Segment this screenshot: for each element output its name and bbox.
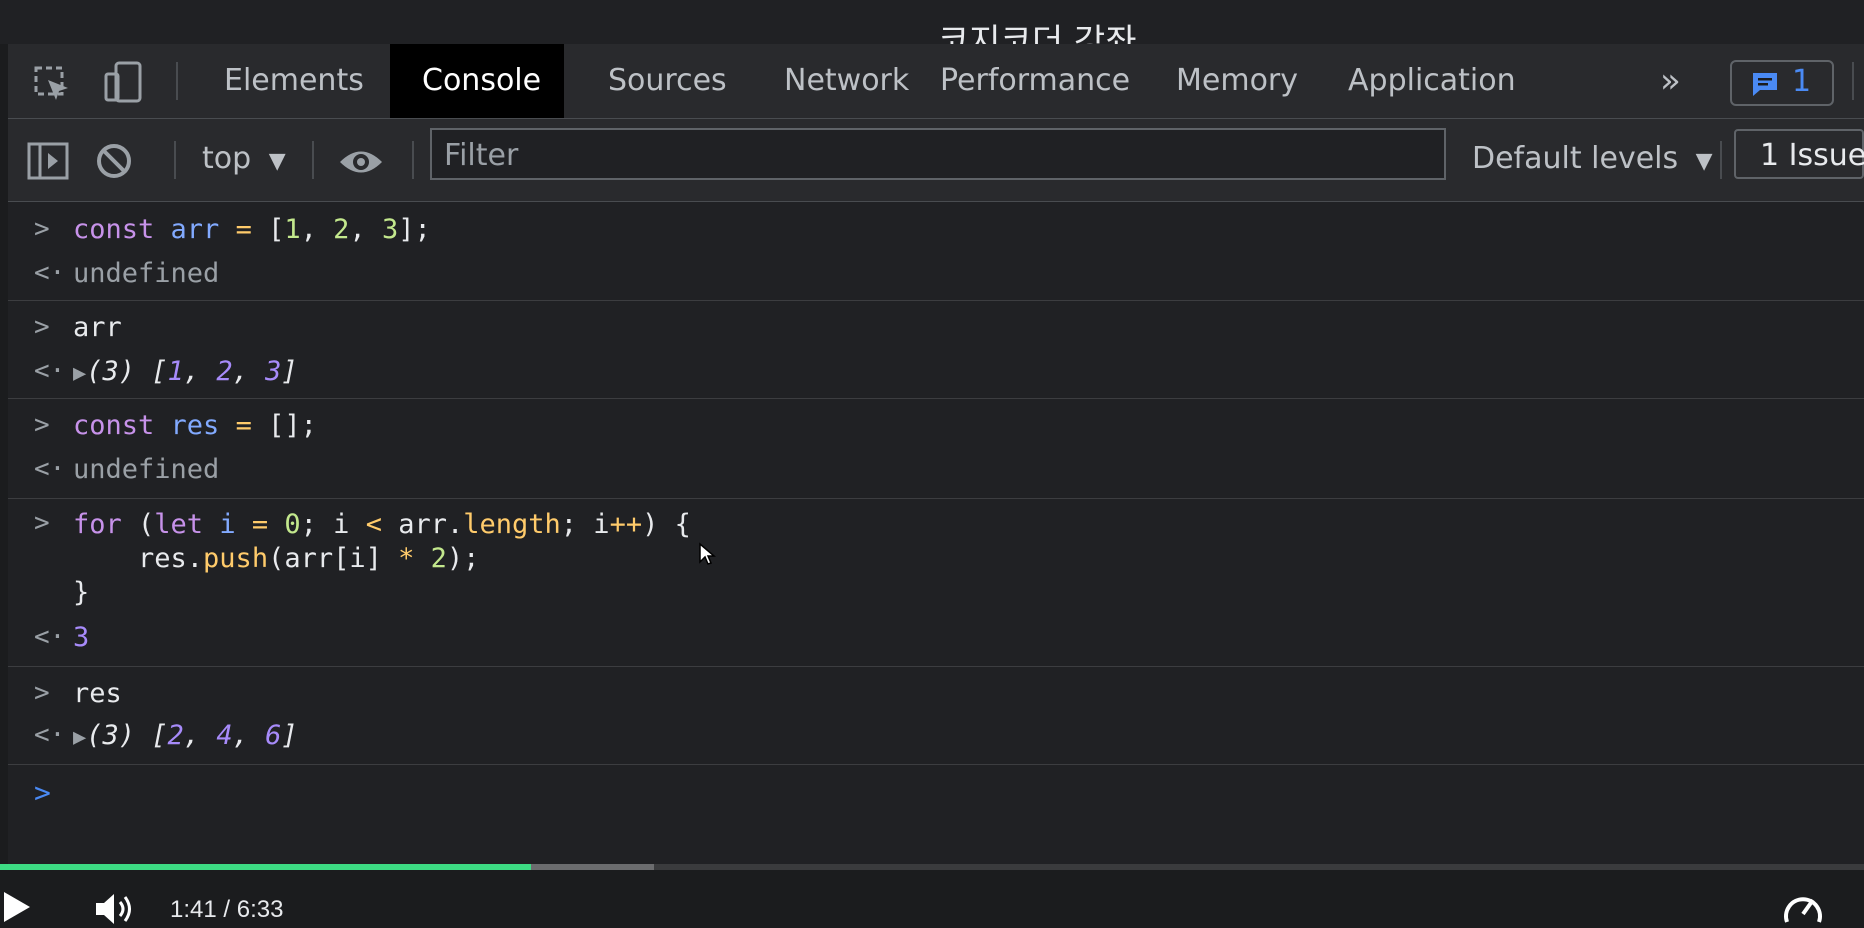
input-caret-icon: > bbox=[34, 678, 50, 708]
entry-divider bbox=[8, 398, 1864, 399]
tabbar-separator-right bbox=[1852, 62, 1854, 100]
output-caret-icon: <· bbox=[34, 258, 66, 288]
console-output-array[interactable]: ▶(3) [1, 2, 3] bbox=[73, 356, 298, 387]
log-levels-dropdown[interactable]: Default levels ▼ bbox=[1472, 141, 1713, 176]
input-caret-icon: > bbox=[34, 410, 50, 440]
video-title: 코지코더 강좌 bbox=[938, 22, 1137, 44]
console-log: > const arr = [1, 2, 3]; <· undefined > … bbox=[8, 202, 1864, 864]
device-toolbar-icon[interactable] bbox=[104, 60, 144, 104]
chat-icon bbox=[1753, 73, 1777, 96]
tab-console[interactable]: Console bbox=[390, 44, 564, 118]
video-progress-bar[interactable] bbox=[0, 864, 1864, 870]
tab-memory[interactable]: Memory bbox=[1144, 44, 1330, 118]
messages-count: 1 bbox=[1792, 64, 1812, 99]
console-prompt-input[interactable] bbox=[68, 768, 1848, 816]
sidebar-toggle-icon[interactable] bbox=[26, 141, 70, 181]
output-caret-icon: <· bbox=[34, 720, 66, 750]
context-selector[interactable]: top ▼ bbox=[202, 141, 286, 176]
filter-input[interactable]: Filter bbox=[430, 128, 1446, 180]
tab-application[interactable]: Application bbox=[1316, 44, 1548, 118]
play-icon[interactable] bbox=[2, 890, 32, 924]
console-toolbar: top ▼ Filter Default levels ▼ 1 Issue bbox=[8, 119, 1864, 202]
chevron-down-icon: ▼ bbox=[1695, 149, 1713, 174]
input-caret-icon: > bbox=[34, 312, 50, 342]
video-controls: 1:41 / 6:33 bbox=[0, 864, 1864, 928]
tabbar-separator bbox=[176, 62, 178, 100]
console-input[interactable]: const arr = [1, 2, 3]; bbox=[73, 214, 431, 245]
devtools-panel: Elements Console Sources Network Perform… bbox=[8, 44, 1864, 864]
devtools-tabbar: Elements Console Sources Network Perform… bbox=[8, 44, 1864, 119]
entry-divider bbox=[8, 300, 1864, 301]
entry-divider bbox=[8, 498, 1864, 499]
console-input[interactable]: const res = []; bbox=[73, 410, 317, 441]
issues-button[interactable]: 1 Issue bbox=[1734, 129, 1864, 179]
output-caret-icon: <· bbox=[34, 622, 66, 652]
video-time: 1:41 / 6:33 bbox=[170, 896, 284, 923]
volume-icon[interactable] bbox=[94, 892, 136, 926]
log-levels-label: Default levels bbox=[1472, 141, 1679, 176]
messages-button[interactable]: 1 bbox=[1730, 60, 1834, 106]
output-caret-icon: <· bbox=[34, 356, 66, 386]
tab-elements[interactable]: Elements bbox=[192, 44, 396, 118]
expand-triangle-icon[interactable]: ▶ bbox=[73, 725, 86, 750]
output-caret-icon: <· bbox=[34, 454, 66, 484]
input-caret-icon: > bbox=[34, 214, 50, 244]
console-input[interactable]: for (let i = 0; i < arr.length; i++) { r… bbox=[73, 508, 691, 610]
toolbar-separator bbox=[1720, 141, 1722, 179]
console-output: 3 bbox=[73, 622, 90, 653]
entry-divider bbox=[8, 764, 1864, 765]
toolbar-separator bbox=[312, 141, 314, 179]
tab-sources[interactable]: Sources bbox=[576, 44, 759, 118]
console-output-array[interactable]: ▶(3) [2, 4, 6] bbox=[73, 720, 298, 751]
context-selector-label: top bbox=[202, 141, 252, 176]
chevron-down-icon: ▼ bbox=[268, 149, 286, 174]
video-progress-fill bbox=[0, 864, 532, 870]
console-input[interactable]: arr bbox=[73, 312, 122, 343]
clear-console-icon[interactable] bbox=[94, 141, 134, 181]
console-prompt-caret-icon: > bbox=[34, 776, 51, 809]
playback-speed-icon[interactable] bbox=[1782, 890, 1824, 926]
input-caret-icon: > bbox=[34, 508, 50, 538]
console-input[interactable]: res bbox=[73, 678, 122, 709]
more-tabs-button[interactable]: » bbox=[1628, 44, 1713, 118]
mouse-cursor-icon bbox=[699, 542, 716, 565]
expand-triangle-icon[interactable]: ▶ bbox=[73, 361, 86, 386]
video-title-bar: 코지코더 강좌 bbox=[0, 0, 1864, 44]
console-output: undefined bbox=[73, 258, 220, 289]
console-output: undefined bbox=[73, 454, 220, 485]
toolbar-separator bbox=[412, 141, 414, 179]
entry-divider bbox=[8, 666, 1864, 667]
eye-icon[interactable] bbox=[338, 147, 384, 177]
toolbar-separator bbox=[174, 141, 176, 179]
inspect-element-icon[interactable] bbox=[32, 64, 72, 104]
issues-label: 1 Issue bbox=[1760, 138, 1864, 173]
tab-performance[interactable]: Performance bbox=[908, 44, 1162, 118]
